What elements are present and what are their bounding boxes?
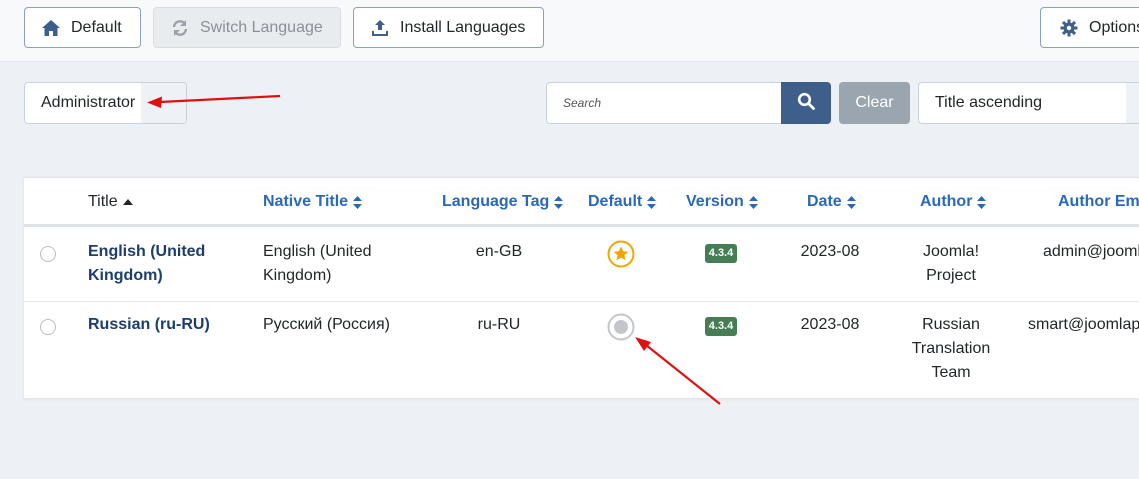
header-native-title-label: Native Title (263, 193, 349, 210)
sort-select-value: Title ascending (935, 94, 1043, 111)
date-cell: 2023-08 (800, 316, 860, 333)
sort-asc-icon (122, 199, 133, 205)
author-line: Joomla! (922, 243, 980, 260)
sort-icon (353, 195, 363, 209)
native-title: Русский (Россия) (263, 313, 390, 337)
circle-icon[interactable] (607, 313, 635, 341)
header-author-email[interactable]: Author Email (1058, 193, 1139, 211)
author-email: smart@joomlaportal.ru (1028, 316, 1139, 333)
native-title-line: Kingdom) (263, 267, 332, 284)
client-select[interactable]: Administrator (24, 82, 187, 124)
upload-icon (370, 18, 390, 38)
language-title-link[interactable]: English (United Kingdom) (88, 240, 205, 288)
sort-icon (647, 195, 657, 209)
options-button[interactable]: Options (1040, 7, 1139, 48)
author-line: Russian (922, 316, 980, 333)
header-language-tag-label: Language Tag (442, 193, 550, 210)
header-author-label: Author (920, 193, 973, 210)
header-author-email-label: Author Email (1058, 193, 1139, 210)
header-default[interactable]: Default (588, 193, 657, 211)
version-cell: 4.3.4 (696, 313, 746, 337)
author-cell: Joomla! Project (901, 240, 1001, 288)
row-select-radio[interactable] (40, 246, 56, 262)
author-email: admin@joomla.org (1043, 243, 1139, 260)
author-line: Project (926, 267, 976, 284)
version-badge: 4.3.4 (704, 244, 738, 263)
default-button-label: Default (71, 18, 122, 36)
table-row: Russian (ru-RU) Русский (Россия) ru-RU 4… (24, 302, 1139, 398)
switch-language-label: Switch Language (200, 18, 323, 36)
header-author[interactable]: Author (920, 193, 987, 211)
title-line: English (United (88, 243, 206, 260)
install-languages-label: Install Languages (400, 18, 526, 36)
table-header: Title Native Title Language Tag Default … (24, 177, 1139, 227)
header-default-label: Default (588, 193, 643, 210)
header-version-label: Version (686, 193, 744, 210)
clear-button[interactable]: Clear (839, 82, 910, 124)
language-tag: ru-RU (477, 316, 521, 333)
header-version[interactable]: Version (686, 193, 758, 211)
default-button[interactable]: Default (24, 7, 141, 48)
header-language-tag[interactable]: Language Tag (442, 193, 564, 211)
gear-icon (1059, 18, 1079, 38)
row-select-radio[interactable] (40, 319, 56, 335)
author-cell: Russian Translation Team (901, 313, 1001, 385)
install-languages-button[interactable]: Install Languages (353, 7, 544, 48)
header-date-label: Date (807, 193, 842, 210)
title-line: Russian (ru-RU) (88, 316, 210, 333)
title-line: Kingdom) (88, 267, 163, 284)
author-line: Translation (911, 340, 991, 357)
header-title[interactable]: Title (88, 193, 133, 211)
home-icon (41, 18, 61, 38)
sort-icon (977, 195, 987, 209)
language-tag: en-GB (475, 243, 523, 260)
sort-select[interactable]: Title ascending (918, 82, 1139, 124)
languages-table: Title Native Title Language Tag Default … (24, 177, 1139, 398)
version-badge: 4.3.4 (704, 317, 738, 336)
sort-icon (748, 195, 758, 209)
author-line: Team (931, 364, 971, 381)
toolbar: Default Switch Language Install Language… (0, 0, 1139, 62)
language-title-link[interactable]: Russian (ru-RU) (88, 313, 210, 337)
search-input[interactable] (546, 82, 782, 124)
search-button[interactable] (781, 82, 831, 124)
star-icon[interactable] (607, 240, 635, 268)
header-date[interactable]: Date (807, 193, 856, 211)
header-native-title[interactable]: Native Title (263, 193, 363, 211)
sync-icon (170, 18, 190, 38)
date-cell: 2023-08 (800, 243, 860, 260)
native-title-line: Русский (Россия) (263, 316, 390, 333)
version-cell: 4.3.4 (696, 240, 746, 264)
sort-icon (554, 195, 564, 209)
options-label: Options (1089, 18, 1139, 36)
sort-select-caret (1126, 83, 1139, 123)
switch-language-button[interactable]: Switch Language (153, 7, 341, 48)
native-title: English (United Kingdom) (263, 240, 372, 288)
client-select-caret (141, 83, 186, 123)
table-row: English (United Kingdom) English (United… (24, 229, 1139, 302)
client-select-value: Administrator (41, 94, 136, 111)
header-title-label: Title (88, 193, 118, 210)
sort-icon (846, 195, 856, 209)
search-icon (797, 92, 815, 115)
native-title-line: English (United (263, 243, 372, 260)
